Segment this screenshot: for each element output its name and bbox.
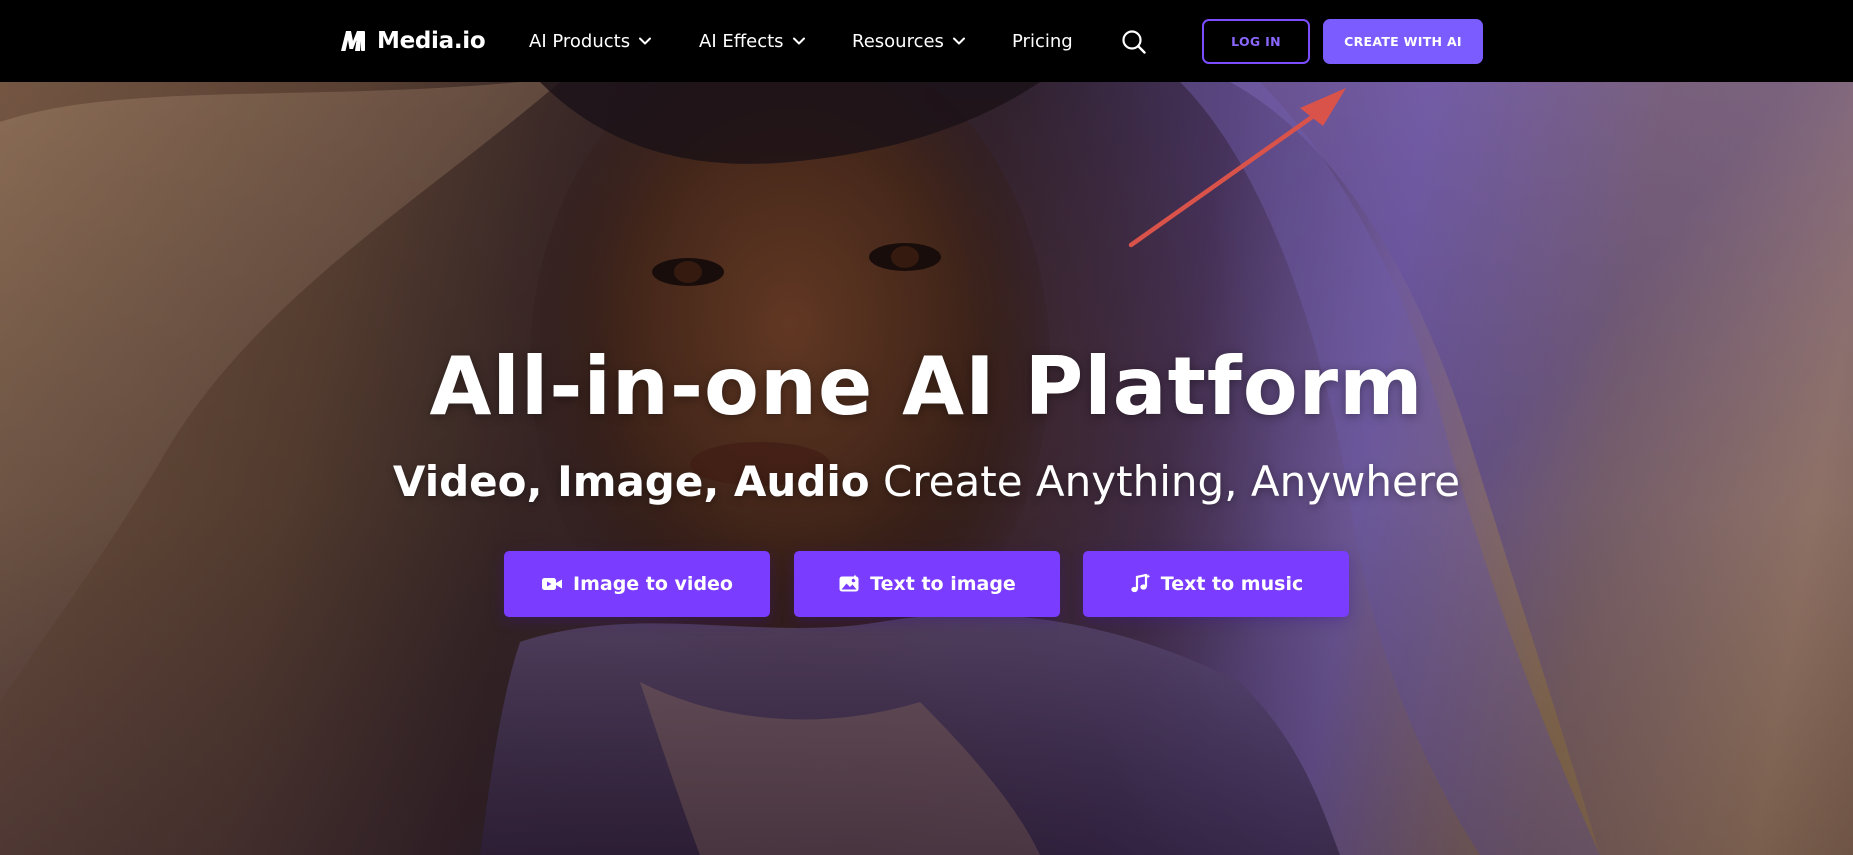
nav-item-label: Resources xyxy=(852,30,944,52)
log-in-button[interactable]: LOG IN xyxy=(1202,19,1310,64)
image-icon xyxy=(839,574,859,592)
text-to-image-button[interactable]: Text to image xyxy=(794,551,1060,617)
nav-item-resources[interactable]: Resources xyxy=(852,28,965,54)
chevron-down-icon xyxy=(952,37,965,45)
music-note-icon xyxy=(1131,573,1151,593)
hero-title: All-in-one AI Platform xyxy=(429,340,1424,433)
media-io-logo-icon xyxy=(341,31,365,51)
nav-item-ai-products[interactable]: AI Products xyxy=(529,28,652,54)
nav-item-pricing[interactable]: Pricing xyxy=(1012,28,1073,54)
video-camera-icon xyxy=(542,578,562,590)
nav-item-label: AI Products xyxy=(529,30,631,52)
button-label: Text to music xyxy=(1160,573,1304,595)
chevron-down-icon xyxy=(639,37,652,45)
hero-section: All-in-one AI Platform Video, Image, Aud… xyxy=(0,82,1853,855)
button-label: Text to image xyxy=(870,573,1016,595)
image-to-video-button[interactable]: Image to video xyxy=(504,551,770,617)
hero-subtitle: Video, Image, Audio Create Anything, Any… xyxy=(0,457,1853,506)
hero-subtitle-bold: Video, Image, Audio xyxy=(392,457,870,506)
nav-item-label: AI Effects xyxy=(699,30,784,52)
create-with-ai-button[interactable]: CREATE WITH AI xyxy=(1323,19,1483,64)
logo[interactable]: Media.io xyxy=(339,24,486,58)
chevron-down-icon xyxy=(792,37,805,45)
logo-text: Media.io xyxy=(377,28,486,54)
nav-item-label: Pricing xyxy=(1012,30,1073,52)
text-to-music-button[interactable]: Text to music xyxy=(1083,551,1349,617)
top-nav-bar: Media.io AI Products AI Effects Resource… xyxy=(0,0,1853,82)
hero-subtitle-rest: Create Anything, Anywhere xyxy=(869,457,1461,506)
nav-item-ai-effects[interactable]: AI Effects xyxy=(699,28,805,54)
button-label: Image to video xyxy=(573,573,733,595)
search-icon xyxy=(1122,30,1146,54)
search-button[interactable] xyxy=(1121,29,1147,55)
